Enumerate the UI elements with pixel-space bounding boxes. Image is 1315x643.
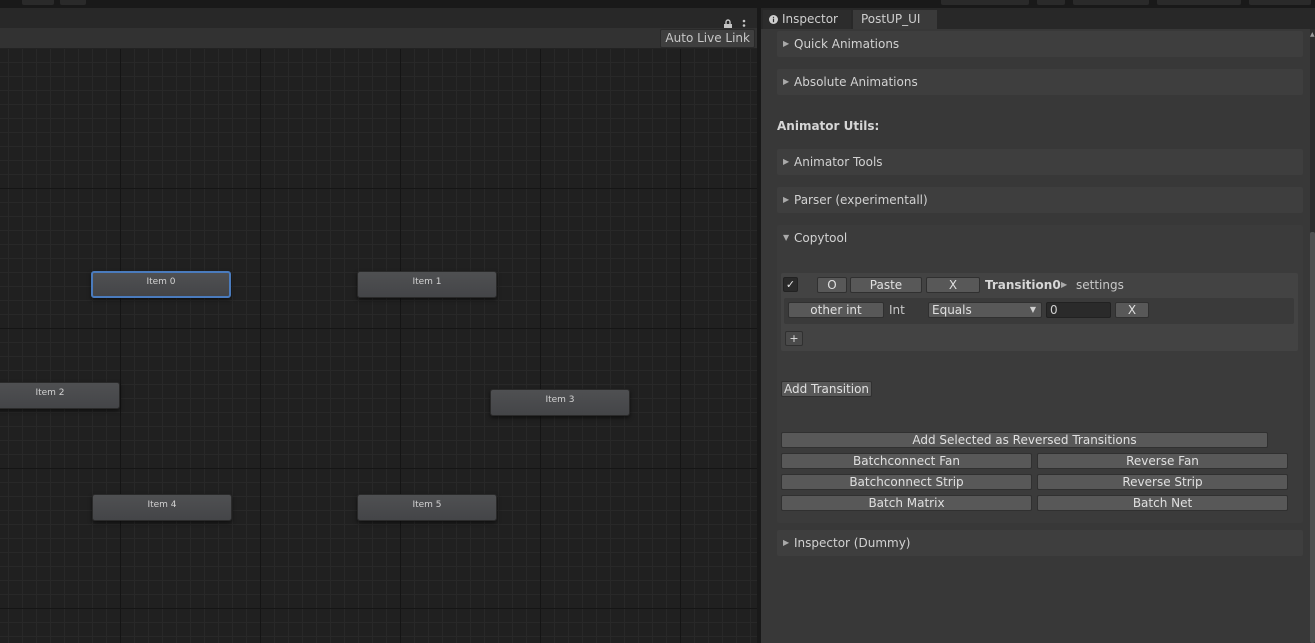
- foldout-quick-animations[interactable]: ▶ Quick Animations: [777, 31, 1303, 57]
- remove-condition-button[interactable]: X: [1115, 302, 1149, 318]
- condition-mode-dropdown[interactable]: Equals ▼: [928, 302, 1042, 318]
- foldout-label: Copytool: [794, 231, 848, 245]
- transition-enabled-checkbox[interactable]: ✓: [783, 277, 798, 292]
- toolbar-stub-button[interactable]: [941, 0, 1029, 5]
- toolbar-stub-button[interactable]: [1249, 0, 1311, 5]
- state-node-item-3[interactable]: Item 3: [490, 389, 630, 416]
- reverse-strip-button[interactable]: Reverse Strip: [1037, 474, 1288, 490]
- batch-matrix-button[interactable]: Batch Matrix: [781, 495, 1032, 511]
- batchconnect-fan-button[interactable]: Batchconnect Fan: [781, 453, 1032, 469]
- foldout-label: Quick Animations: [794, 37, 900, 51]
- inspector-panel: Inspector PostUP_UI ▲ ▶ Quick Animations…: [761, 0, 1315, 643]
- info-icon: [769, 15, 778, 24]
- tab-inspector-label: Inspector: [782, 12, 838, 26]
- inspector-scroll-thumb[interactable]: [1310, 232, 1315, 643]
- graph-window-topbar: [0, 0, 757, 8]
- foldout-collapsed-arrow-icon: ▶: [783, 157, 790, 166]
- foldout-label: Parser (experimentall): [794, 193, 928, 207]
- foldout-label: Animator Tools: [794, 155, 883, 169]
- toolbar-stub-button[interactable]: [1157, 0, 1241, 5]
- foldout-label: Absolute Animations: [794, 75, 918, 89]
- settings-collapsed-arrow-icon[interactable]: ▶: [1061, 277, 1067, 293]
- state-node-item-0[interactable]: Item 0: [91, 271, 231, 298]
- graph-tab-bar: [0, 8, 757, 32]
- condition-type-label: Int: [889, 303, 905, 317]
- reverse-fan-button[interactable]: Reverse Fan: [1037, 453, 1288, 469]
- toolbar-stub-button[interactable]: [60, 0, 86, 5]
- tab-postup-ui[interactable]: PostUP_UI: [853, 10, 937, 29]
- toolbar-stub-button[interactable]: [1073, 0, 1149, 5]
- o-button[interactable]: O: [817, 277, 847, 293]
- foldout-collapsed-arrow-icon: ▶: [783, 195, 790, 204]
- foldout-collapsed-arrow-icon: ▶: [783, 77, 790, 86]
- inspector-tab-bar: Inspector PostUP_UI: [761, 8, 1315, 29]
- condition-value-field[interactable]: 0: [1046, 302, 1111, 318]
- paste-button[interactable]: Paste: [850, 277, 922, 293]
- foldout-parser[interactable]: ▶ Parser (experimentall): [777, 187, 1303, 213]
- foldout-copytool[interactable]: ▼ Copytool: [783, 225, 848, 251]
- batch-net-button[interactable]: Batch Net: [1037, 495, 1288, 511]
- condition-mode-value: Equals: [932, 303, 972, 317]
- dropdown-caret-icon: ▼: [1029, 305, 1036, 314]
- state-node-item-4[interactable]: Item 4: [92, 494, 232, 521]
- foldout-absolute-animations[interactable]: ▶ Absolute Animations: [777, 69, 1303, 95]
- add-reversed-transitions-button[interactable]: Add Selected as Reversed Transitions: [781, 432, 1268, 448]
- toolbar-stub-button[interactable]: [22, 0, 54, 5]
- batchconnect-strip-button[interactable]: Batchconnect Strip: [781, 474, 1032, 490]
- animator-graph-panel: Auto Live Link Item 0 Item 1 Item 2 Item…: [0, 0, 757, 643]
- foldout-expanded-arrow-icon: ▼: [783, 233, 790, 242]
- settings-foldout-label[interactable]: settings: [1076, 277, 1124, 293]
- foldout-animator-tools[interactable]: ▶ Animator Tools: [777, 149, 1303, 175]
- add-transition-button[interactable]: Add Transition: [781, 381, 872, 397]
- foldout-collapsed-arrow-icon: ▶: [783, 39, 790, 48]
- transition-name-label: Transition0: [985, 278, 1061, 292]
- inspector-window-topbar: [761, 0, 1315, 8]
- graph-canvas[interactable]: Item 0 Item 1 Item 2 Item 3 Item 4 Item …: [0, 49, 757, 643]
- condition-parameter-button[interactable]: other int: [788, 302, 884, 318]
- foldout-label: Inspector (Dummy): [794, 536, 911, 550]
- toolbar-stub-button[interactable]: [1037, 0, 1065, 5]
- foldout-collapsed-arrow-icon: ▶: [783, 538, 790, 547]
- add-condition-button[interactable]: +: [785, 331, 803, 346]
- remove-transition-button[interactable]: X: [926, 277, 980, 293]
- auto-live-link-toggle[interactable]: Auto Live Link: [660, 29, 755, 48]
- section-title-animator-utils: Animator Utils:: [777, 119, 880, 133]
- state-node-item-1[interactable]: Item 1: [357, 271, 497, 298]
- foldout-inspector-dummy[interactable]: ▶ Inspector (Dummy): [777, 530, 1303, 556]
- state-node-item-5[interactable]: Item 5: [357, 494, 497, 521]
- scroll-up-arrow-icon[interactable]: ▲: [1310, 31, 1315, 38]
- graph-toolbar: Auto Live Link: [0, 28, 757, 49]
- tab-inspector[interactable]: Inspector: [763, 10, 851, 29]
- state-node-item-2[interactable]: Item 2: [0, 382, 120, 409]
